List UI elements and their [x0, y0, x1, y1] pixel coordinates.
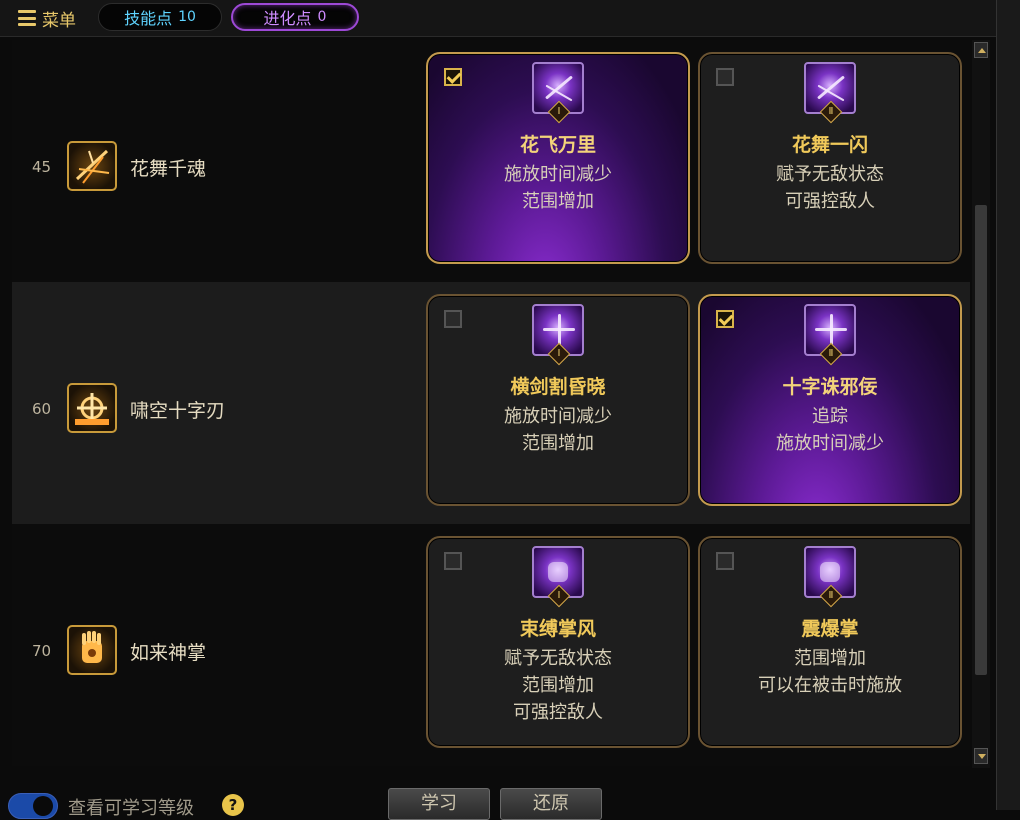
rank-badge: Ⅱ [819, 100, 843, 124]
card-effect: 范围增加 [794, 648, 866, 669]
card-effect: 施放时间减少 [776, 433, 884, 454]
evolution-card-2[interactable]: Ⅱ 十字诛邪佞 追踪 施放时间减少 [698, 294, 962, 506]
menu-icon [18, 10, 36, 26]
evolution-card-1[interactable]: Ⅰ 花飞万里 施放时间减少 范围增加 [426, 52, 690, 264]
checkbox-checked[interactable] [444, 68, 462, 86]
card-title: 横剑割昏晓 [510, 376, 606, 398]
card-effect: 施放时间减少 [504, 406, 612, 427]
card-effect: 可强控敌人 [513, 702, 603, 723]
top-bar: 菜单 技能点 10 进化点 0 [0, 0, 996, 37]
card-title: 震爆掌 [801, 618, 859, 640]
evolution-points-badge: 进化点 0 [231, 3, 359, 31]
checkbox-unchecked[interactable] [444, 552, 462, 570]
card-title: 花舞一闪 [791, 134, 868, 156]
rank-badge: Ⅰ [547, 342, 571, 366]
sword-flower-evolution-icon: Ⅰ [532, 62, 584, 124]
skill-name: 花舞千魂 [130, 158, 207, 180]
evolution-card-2[interactable]: Ⅱ 震爆掌 范围增加 可以在被击时施放 [698, 536, 962, 748]
card-effect: 可以在被击时施放 [758, 675, 902, 696]
right-sidebar [996, 0, 1020, 810]
help-icon[interactable]: ? [222, 794, 244, 816]
skill-level: 70 [32, 642, 52, 660]
cross-blade-evolution-icon: Ⅰ [532, 304, 584, 366]
card-title: 花飞万里 [519, 134, 596, 156]
menu-label: 菜单 [42, 10, 76, 31]
cross-blade-icon[interactable] [67, 383, 117, 433]
learn-button[interactable]: 学习 [388, 788, 490, 820]
skill-row: 45 花舞千魂 Ⅰ 花飞万里 施放时间减少 范围增加 Ⅱ 花舞一闪 赋予无敌状态… [12, 40, 970, 282]
palm-evolution-icon: Ⅰ [532, 546, 584, 608]
card-effect: 范围增加 [522, 191, 594, 212]
checkbox-unchecked[interactable] [444, 310, 462, 328]
checkbox-unchecked[interactable] [716, 552, 734, 570]
menu-button[interactable]: 菜单 [18, 6, 76, 31]
card-title: 十字诛邪佞 [782, 376, 878, 398]
rank-badge: Ⅰ [547, 584, 571, 608]
evolution-points-label: 进化点 [263, 9, 312, 28]
skill-row: 60 啸空十字刃 Ⅰ 横剑割昏晓 施放时间减少 范围增加 Ⅱ 十字诛邪佞 追踪 … [12, 282, 970, 524]
rank-badge: Ⅱ [819, 584, 843, 608]
scroll-down-arrow-icon[interactable] [974, 748, 988, 764]
checkbox-unchecked[interactable] [716, 68, 734, 86]
sword-flower-evolution-icon: Ⅱ [804, 62, 856, 124]
sword-flower-icon[interactable] [67, 141, 117, 191]
skill-name: 如来神掌 [130, 642, 207, 664]
skill-row: 70 如来神掌 Ⅰ 束缚掌风 赋予无敌状态 范围增加 可强控敌人 Ⅱ 震爆掌 范… [12, 524, 970, 766]
cross-blade-evolution-icon: Ⅱ [804, 304, 856, 366]
skill-name: 啸空十字刃 [130, 400, 226, 422]
skill-level: 60 [32, 400, 52, 418]
scroll-up-arrow-icon[interactable] [974, 42, 988, 58]
card-effect: 赋予无敌状态 [776, 164, 884, 185]
skill-points-badge: 技能点 10 [98, 3, 222, 31]
rank-badge: Ⅱ [819, 342, 843, 366]
scrollbar-thumb[interactable] [975, 205, 987, 675]
palm-icon[interactable] [67, 625, 117, 675]
rank-badge: Ⅰ [547, 100, 571, 124]
card-effect: 范围增加 [522, 675, 594, 696]
evolution-card-1[interactable]: Ⅰ 束缚掌风 赋予无敌状态 范围增加 可强控敌人 [426, 536, 690, 748]
card-title: 束缚掌风 [519, 618, 596, 640]
card-effect: 可强控敌人 [785, 191, 875, 212]
evolution-card-2[interactable]: Ⅱ 花舞一闪 赋予无敌状态 可强控敌人 [698, 52, 962, 264]
checkbox-checked[interactable] [716, 310, 734, 328]
card-effect: 范围增加 [522, 433, 594, 454]
card-effect: 施放时间减少 [504, 164, 612, 185]
card-effect: 追踪 [812, 406, 848, 427]
view-learnable-toggle[interactable] [8, 793, 58, 819]
evolution-points-value: 0 [317, 9, 327, 25]
view-learnable-label: 查看可学习等级 [68, 798, 194, 819]
skill-points-label: 技能点 [124, 9, 173, 28]
evolution-card-1[interactable]: Ⅰ 横剑割昏晓 施放时间减少 范围增加 [426, 294, 690, 506]
palm-evolution-icon: Ⅱ [804, 546, 856, 608]
skill-points-value: 10 [178, 9, 196, 25]
skill-level: 45 [32, 158, 52, 176]
card-effect: 赋予无敌状态 [504, 648, 612, 669]
reset-button[interactable]: 还原 [500, 788, 602, 820]
